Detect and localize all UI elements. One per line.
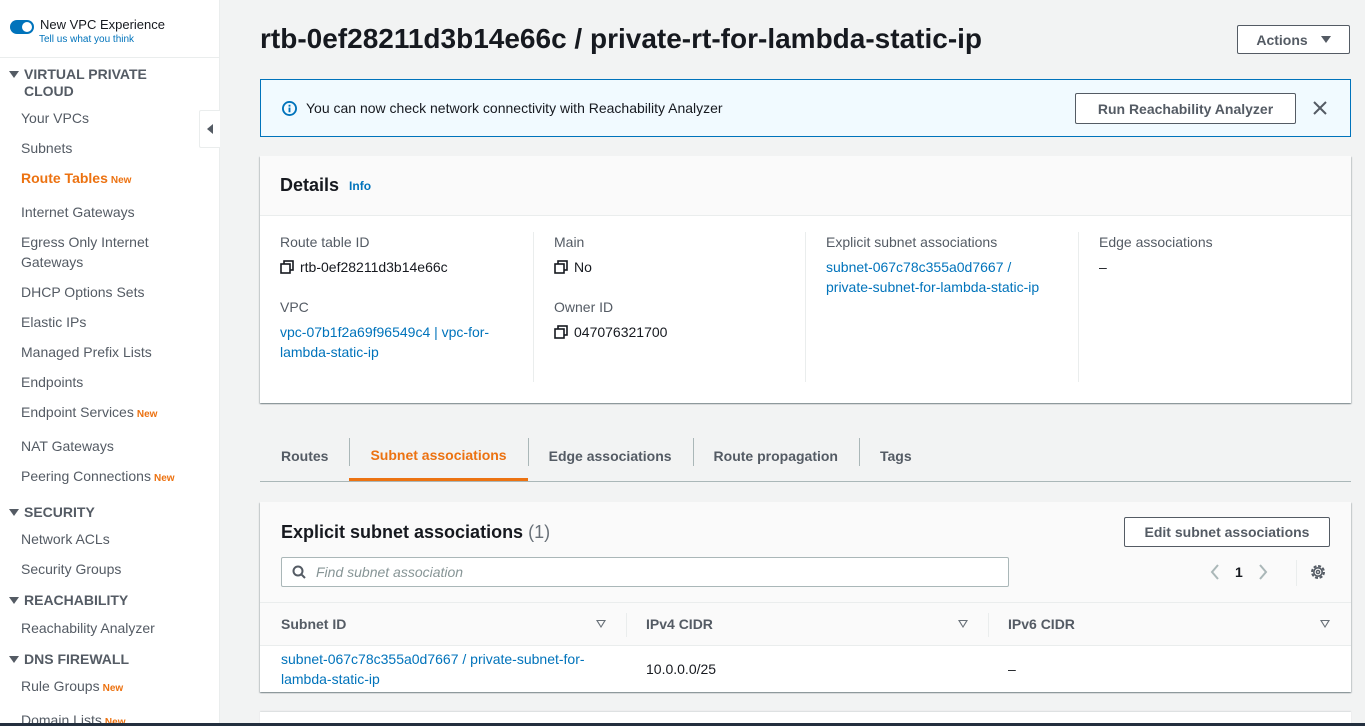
edge-associations-value: – xyxy=(1099,259,1107,275)
ipv6-cidr-cell: – xyxy=(1008,661,1016,677)
reachability-flashbar: You can now check network connectivity w… xyxy=(260,79,1351,137)
run-reachability-analyzer-button[interactable]: Run Reachability Analyzer xyxy=(1075,93,1296,124)
details-col-4: Edge associations – xyxy=(1078,232,1351,382)
caret-down-icon xyxy=(9,509,19,516)
sidebar-item-endpoint-services[interactable]: Endpoint Services New xyxy=(0,402,219,425)
assoc-count: (1) xyxy=(528,522,551,542)
caret-down-icon xyxy=(9,597,19,604)
close-icon[interactable] xyxy=(1312,100,1328,116)
ipv4-cidr-cell: 10.0.0.0/25 xyxy=(646,661,717,677)
sidebar-item-dhcp[interactable]: DHCP Options Sets xyxy=(0,282,219,302)
section-reachability[interactable]: REACHABILITY xyxy=(0,592,219,609)
main-content: rtb-0ef28211d3b14e66c / private-rt-for-l… xyxy=(220,0,1365,726)
main-value: No xyxy=(574,259,592,275)
copy-icon[interactable] xyxy=(554,260,568,274)
section-security[interactable]: SECURITY xyxy=(0,504,219,521)
sidebar-item-elastic-ips[interactable]: Elastic IPs xyxy=(0,312,219,332)
chevron-left-icon[interactable] xyxy=(1205,562,1225,582)
owner-id-label: Owner ID xyxy=(554,299,614,315)
page-number[interactable]: 1 xyxy=(1235,564,1243,580)
details-header: Details Info xyxy=(260,156,1351,216)
sidebar-item-reachability-analyzer[interactable]: Reachability Analyzer xyxy=(0,618,219,638)
tab-routes[interactable]: Routes xyxy=(260,432,349,480)
sort-icon[interactable] xyxy=(958,620,968,628)
edge-associations-label: Edge associations xyxy=(1099,234,1213,250)
subnet-id-link[interactable]: subnet-067c78c355a0d7667 / private-subne… xyxy=(281,649,621,689)
copy-icon[interactable] xyxy=(554,325,568,339)
route-table-id-value: rtb-0ef28211d3b14e66c xyxy=(300,259,448,275)
tab-bar: Routes Subnet associations Edge associat… xyxy=(260,432,1351,482)
info-link[interactable]: Info xyxy=(349,179,371,193)
tab-tags[interactable]: Tags xyxy=(858,432,933,480)
sidebar-item-endpoints[interactable]: Endpoints xyxy=(0,372,219,392)
details-col-2: Main No Owner ID 047076321700 xyxy=(533,232,806,382)
new-experience-toggle-row: New VPC Experience Tell us what you thin… xyxy=(0,0,219,58)
new-experience-toggle[interactable] xyxy=(10,20,34,34)
details-col-1: Route table ID rtb-0ef28211d3b14e66c VPC… xyxy=(260,232,533,382)
details-col-3: Explicit subnet associations subnet-067c… xyxy=(805,232,1078,382)
caret-down-icon xyxy=(9,71,19,78)
divider xyxy=(1296,560,1297,586)
info-icon xyxy=(282,100,297,116)
sidebar-item-security-groups[interactable]: Security Groups xyxy=(0,559,219,579)
sort-icon[interactable] xyxy=(1320,620,1330,628)
vpc-link[interactable]: vpc-07b1f2a69f96549c4 | vpc-for- lambda-… xyxy=(280,322,533,362)
column-ipv6-cidr[interactable]: IPv6 CIDR xyxy=(1008,603,1075,645)
sidebar-item-egress-only[interactable]: Egress Only Internet Gateways xyxy=(0,232,160,272)
sidebar-item-prefix-lists[interactable]: Managed Prefix Lists xyxy=(0,342,219,362)
collapse-sidebar-button[interactable] xyxy=(199,110,220,148)
edit-subnet-associations-button[interactable]: Edit subnet associations xyxy=(1124,517,1330,547)
sidebar-item-route-tables[interactable]: Route Tables New xyxy=(0,168,219,191)
chevron-right-icon[interactable] xyxy=(1253,562,1273,582)
caret-down-icon xyxy=(1320,36,1331,43)
route-table-id-label: Route table ID xyxy=(280,234,370,250)
pagination: 1 xyxy=(1205,562,1273,582)
page-title: rtb-0ef28211d3b14e66c / private-rt-for-l… xyxy=(260,23,983,54)
new-experience-label: New VPC Experience xyxy=(40,17,165,32)
table-header: Subnet ID IPv4 CIDR IPv6 CIDR xyxy=(260,602,1351,646)
new-badge: New xyxy=(110,175,132,186)
sidebar: New VPC Experience Tell us what you thin… xyxy=(0,0,220,726)
sort-icon[interactable] xyxy=(596,620,606,628)
caret-down-icon xyxy=(9,656,19,663)
sidebar-item-nat-gateways[interactable]: NAT Gateways xyxy=(0,436,219,456)
details-title: Details xyxy=(280,175,340,195)
sidebar-item-peering[interactable]: Peering Connections New xyxy=(0,466,219,489)
explicit-subnet-label: Explicit subnet associations xyxy=(826,234,998,250)
chevron-left-icon xyxy=(207,124,213,134)
new-badge: New xyxy=(102,683,124,694)
details-panel: Details Info Route table ID rtb-0ef28211… xyxy=(260,156,1351,403)
feedback-link[interactable]: Tell us what you think xyxy=(39,34,165,46)
tab-subnet-associations[interactable]: Subnet associations xyxy=(349,432,528,481)
search-input[interactable] xyxy=(316,564,966,580)
main-label: Main xyxy=(554,234,585,250)
section-dns-firewall[interactable]: DNS FIREWALL xyxy=(0,651,219,668)
sidebar-item-network-acls[interactable]: Network ACLs xyxy=(0,529,219,549)
owner-id-value: 047076321700 xyxy=(574,324,668,340)
search-icon xyxy=(292,565,306,579)
gear-icon[interactable] xyxy=(1309,563,1327,581)
tab-edge-associations[interactable]: Edge associations xyxy=(527,432,693,480)
sidebar-item-rule-groups[interactable]: Rule Groups New xyxy=(0,676,219,699)
tab-route-propagation[interactable]: Route propagation xyxy=(692,432,859,480)
vpc-label: VPC xyxy=(280,299,309,315)
sidebar-item-your-vpcs[interactable]: Your VPCs xyxy=(0,108,219,128)
explicit-subnet-link[interactable]: subnet-067c78c355a0d7667 / private-subne… xyxy=(826,257,1078,297)
copy-icon[interactable] xyxy=(280,260,294,274)
column-subnet-id[interactable]: Subnet ID xyxy=(281,603,346,645)
actions-button[interactable]: Actions xyxy=(1237,25,1350,54)
new-badge: New xyxy=(136,409,158,420)
sidebar-item-internet-gateways[interactable]: Internet Gateways xyxy=(0,202,219,222)
subnet-associations-panel: Explicit subnet associations (1) Edit su… xyxy=(260,502,1351,692)
assoc-title: Explicit subnet associations (1) xyxy=(281,522,551,542)
column-ipv4-cidr[interactable]: IPv4 CIDR xyxy=(646,603,713,645)
flash-message: You can now check network connectivity w… xyxy=(306,100,723,116)
sidebar-item-subnets[interactable]: Subnets xyxy=(0,138,219,158)
search-box[interactable] xyxy=(281,557,1009,587)
section-vpc[interactable]: VIRTUAL PRIVATE CLOUD xyxy=(0,66,219,100)
new-badge: New xyxy=(153,473,175,484)
